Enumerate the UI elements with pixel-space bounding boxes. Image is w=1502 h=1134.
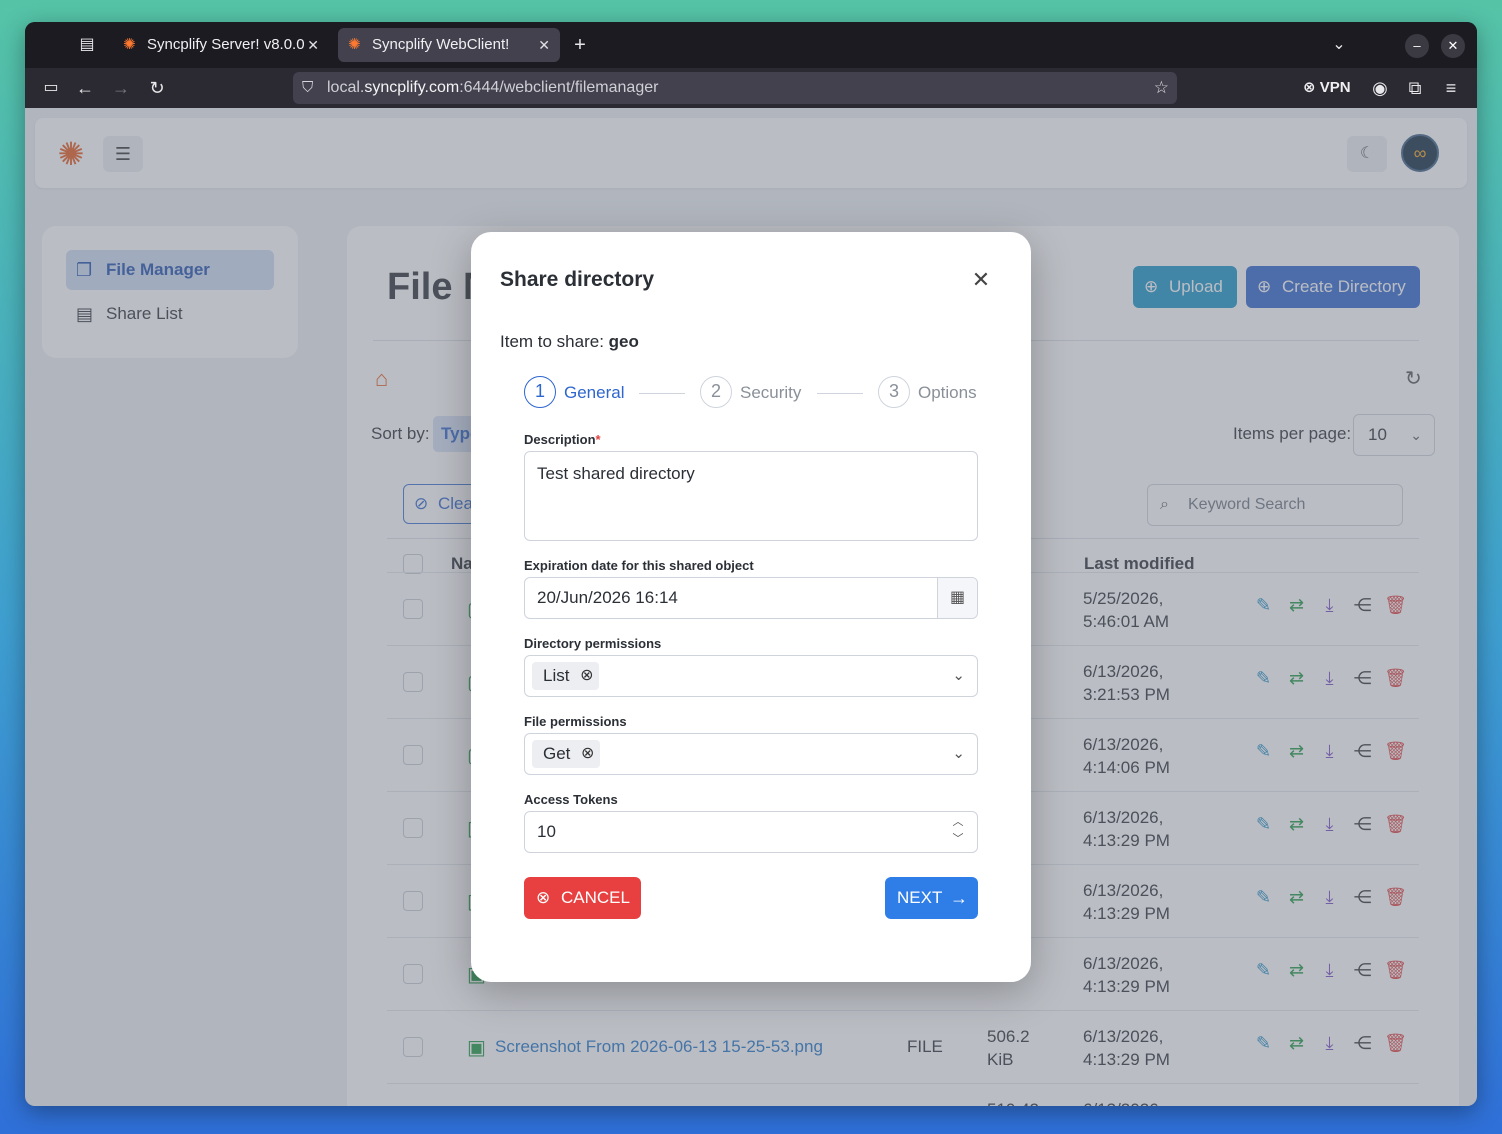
step-number: 1 — [524, 376, 556, 408]
description-label: Description* — [524, 432, 601, 447]
back-icon[interactable]: ← — [73, 76, 97, 100]
chevron-down-icon: ⌄ — [952, 667, 965, 684]
item-to-share-label: Item to share: — [500, 332, 604, 351]
step-options[interactable]: 3 Options — [878, 376, 977, 410]
close-tab-icon[interactable]: ✕ — [307, 28, 319, 62]
step-label: Options — [918, 383, 977, 402]
cancel-button[interactable]: ⊗ CANCEL — [524, 877, 641, 919]
extensions-icon[interactable]: ⧉ — [1403, 76, 1427, 100]
step-number: 2 — [700, 376, 732, 408]
shield-icon: ⛉ — [302, 79, 314, 96]
expiration-value: 20/Jun/2026 16:14 — [537, 588, 678, 607]
step-label: Security — [740, 383, 802, 402]
calendar-icon[interactable]: ▦ — [937, 578, 977, 618]
description-label-text: Description — [524, 432, 596, 447]
required-marker: * — [595, 432, 601, 447]
tab-syncplify-webclient[interactable]: ✺ Syncplify WebClient! ✕ — [338, 28, 560, 62]
forward-icon[interactable]: → — [109, 76, 133, 100]
share-directory-dialog: Share directory ✕ Item to share: geo 1 G… — [471, 232, 1031, 982]
vpn-button[interactable]: ⊗ VPN — [1303, 76, 1351, 100]
browser-window: ▤ ✺ Syncplify Server! v8.0.0 ✕ ✺ Syncpli… — [25, 22, 1477, 1106]
permission-tag: Get ⊗ — [532, 740, 601, 768]
cancel-circle-icon: ⊗ — [536, 888, 551, 907]
file-permissions-label: File permissions — [524, 714, 627, 729]
remove-tag-icon[interactable]: ⊗ — [581, 740, 594, 768]
access-tokens-label: Access Tokens — [524, 792, 618, 807]
expiration-date-input[interactable]: 20/Jun/2026 16:14 ▦ — [524, 577, 978, 619]
step-label: General — [564, 383, 625, 402]
vpn-label: VPN — [1319, 79, 1351, 96]
syncplify-favicon-icon: ✺ — [123, 36, 136, 53]
step-general[interactable]: 1 General — [524, 376, 624, 410]
arrow-right-icon: → — [950, 888, 968, 908]
access-tokens-value: 10 — [537, 822, 556, 841]
step-security[interactable]: 2 Security — [700, 376, 801, 410]
step-number: 3 — [878, 376, 910, 408]
close-tab-icon[interactable]: ✕ — [538, 28, 550, 62]
url-path: :6444/webclient/filemanager — [459, 79, 659, 96]
cancel-label: CANCEL — [561, 888, 630, 907]
bookmark-star-icon[interactable]: ☆ — [1154, 72, 1169, 104]
tab-title: Syncplify WebClient! — [372, 36, 510, 53]
remove-tag-icon[interactable]: ⊗ — [580, 662, 593, 690]
tab-syncplify-server[interactable]: ✺ Syncplify Server! v8.0.0 ✕ — [113, 28, 329, 62]
sidebar-toggle-icon[interactable]: ▭ — [39, 76, 63, 100]
reload-icon[interactable]: ↻ — [145, 76, 169, 100]
item-to-share: Item to share: geo — [500, 332, 639, 352]
expiration-label: Expiration date for this shared object — [524, 558, 754, 573]
syncplify-favicon-icon: ✺ — [348, 36, 361, 53]
next-button[interactable]: NEXT → — [885, 877, 978, 919]
app-menu-icon[interactable]: ≡ — [1439, 76, 1463, 100]
dialog-title: Share directory — [500, 268, 655, 291]
url-prefix: local. — [327, 79, 365, 96]
step-connector — [639, 393, 685, 394]
navigation-bar: ▭ ← → ↻ ⛉ local.syncplify.com:6444/webcl… — [25, 68, 1477, 108]
directory-permissions-select[interactable]: List ⊗ ⌄ — [524, 655, 978, 697]
url-bar[interactable]: ⛉ local.syncplify.com:6444/webclient/fil… — [293, 72, 1177, 104]
access-tokens-input[interactable]: 10 ︿ ﹀ — [524, 811, 978, 853]
minimize-button[interactable]: – — [1405, 34, 1429, 58]
tab-overview-icon[interactable]: ▤ — [75, 33, 99, 57]
chevron-down-icon: ⌄ — [952, 745, 965, 762]
close-dialog-icon[interactable]: ✕ — [967, 266, 995, 294]
next-label: NEXT — [897, 888, 943, 907]
number-stepper[interactable]: ︿ ﹀ — [951, 814, 965, 848]
permission-tag-label: Get — [543, 744, 571, 763]
item-to-share-value: geo — [608, 332, 639, 351]
tab-title: Syncplify Server! v8.0.0 — [147, 36, 305, 53]
web-page: ✺ ☰ ☾ ∞ ❐ File Manager ▤ Share List File… — [25, 108, 1477, 1106]
description-textarea[interactable]: Test shared directory — [524, 451, 978, 541]
permission-tag: List ⊗ — [532, 662, 600, 690]
close-window-button[interactable]: ✕ — [1441, 34, 1465, 58]
list-tabs-chevron-icon[interactable]: ⌄ — [1327, 33, 1351, 57]
tab-bar: ▤ ✺ Syncplify Server! v8.0.0 ✕ ✺ Syncpli… — [25, 22, 1477, 68]
url-host: syncplify.com — [364, 79, 460, 96]
permission-tag-label: List — [543, 666, 570, 685]
new-tab-button[interactable]: + — [568, 33, 592, 57]
step-connector — [817, 393, 863, 394]
file-permissions-select[interactable]: Get ⊗ ⌄ — [524, 733, 978, 775]
directory-permissions-label: Directory permissions — [524, 636, 662, 651]
account-icon[interactable]: ◉ — [1368, 76, 1392, 100]
